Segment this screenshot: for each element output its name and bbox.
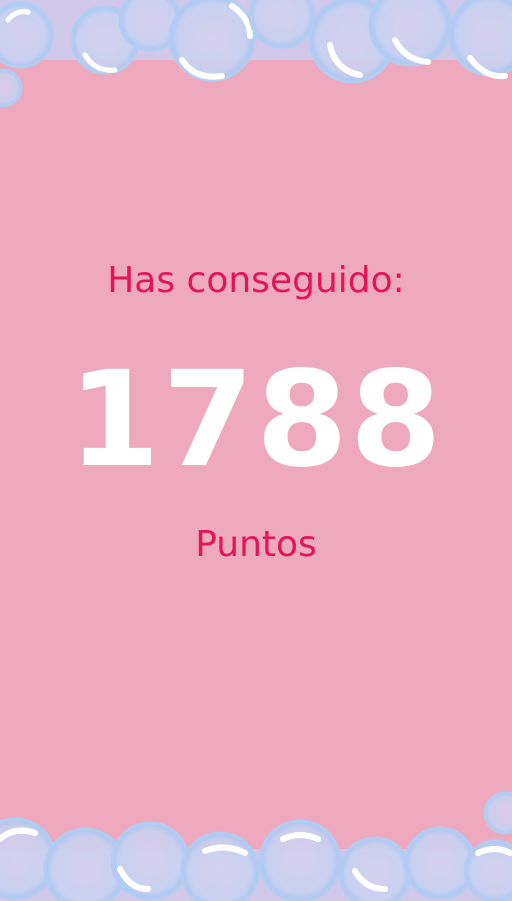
top-bubble-border: [0, 0, 512, 120]
bottom-bubble-border: [0, 781, 512, 901]
top-bubbles: [0, 0, 512, 108]
game-over-screen: Has conseguido: 1788 Puntos: [0, 0, 512, 901]
score-unit-label: Puntos: [195, 524, 317, 565]
bubble-icon: [0, 791, 512, 901]
result-heading: Has conseguido:: [107, 260, 405, 301]
score-value: 1788: [68, 343, 444, 497]
score-panel: Has conseguido: 1788 Puntos: [0, 240, 512, 580]
bottom-bubbles: [0, 791, 512, 901]
